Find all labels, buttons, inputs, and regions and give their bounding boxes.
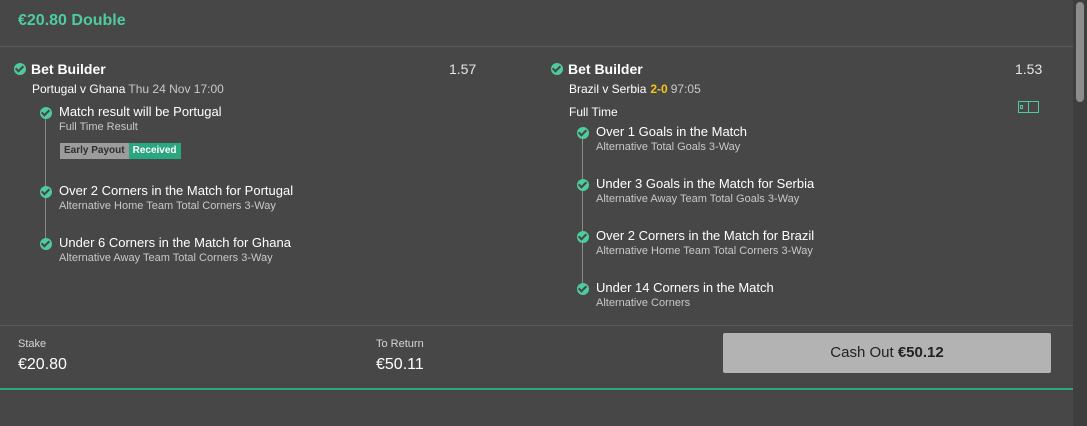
leg-header: Bet Builder <box>551 60 643 78</box>
leg-odds: 1.57 <box>449 61 477 77</box>
bet-header: €20.80 Double <box>0 0 1073 47</box>
match-name[interactable]: Brazil v Serbia <box>569 82 646 96</box>
match-info: Portugal v Ghana Thu 24 Nov 17:00 <box>32 82 224 96</box>
bet-title: €20.80 Double <box>18 12 126 29</box>
selection-name: Under 14 Corners in the Match <box>596 280 774 295</box>
check-icon <box>577 231 589 243</box>
cash-out-label: Cash Out <box>830 344 894 361</box>
bet-builder-label: Bet Builder <box>568 60 643 77</box>
leg-header: Bet Builder <box>14 60 106 78</box>
selection-market: Full Time Result <box>59 121 138 133</box>
scrollbar[interactable] <box>1073 0 1087 426</box>
selection-market: Alternative Corners <box>596 297 691 309</box>
selection-name: Under 3 Goals in the Match for Serbia <box>596 176 815 191</box>
selection-market: Alternative Home Team Total Corners 3-Wa… <box>59 200 276 212</box>
check-icon <box>577 179 589 191</box>
match-clock: 97:05 <box>670 82 701 96</box>
cash-out-button[interactable]: Cash Out €50.12 <box>723 333 1051 373</box>
stake-label: Stake <box>18 338 47 350</box>
check-icon <box>40 238 52 250</box>
footer-divider <box>0 325 1073 326</box>
pitch-icon[interactable] <box>1018 101 1039 113</box>
selection-name: Under 6 Corners in the Match for Ghana <box>59 235 291 250</box>
check-icon <box>577 283 589 295</box>
match-datetime: Thu 24 Nov 17:00 <box>128 82 224 96</box>
check-icon <box>40 107 52 119</box>
selection-market: Alternative Home Team Total Corners 3-Wa… <box>596 245 813 257</box>
to-return-value: €50.11 <box>376 356 424 373</box>
selection-market: Alternative Away Team Total Corners 3-Wa… <box>59 252 273 264</box>
check-icon <box>14 62 26 75</box>
check-icon <box>551 62 563 75</box>
selection-name: Over 2 Corners in the Match for Brazil <box>596 228 815 243</box>
early-payout-badges: Early Payout Received <box>60 143 181 159</box>
check-icon <box>577 127 589 139</box>
timeline-line <box>45 116 46 242</box>
period-label: Full Time <box>569 105 618 119</box>
selection-name: Over 2 Corners in the Match for Portugal <box>59 183 294 198</box>
leg-odds: 1.53 <box>1015 61 1043 77</box>
scrollbar-thumb[interactable] <box>1076 2 1084 102</box>
match-name[interactable]: Portugal v Ghana <box>32 82 125 96</box>
bet-separator <box>0 388 1073 390</box>
match-info: Brazil v Serbia 2-0 97:05 <box>569 82 701 96</box>
selection-market: Alternative Total Goals 3-Way <box>596 141 741 153</box>
stake-value: €20.80 <box>18 356 67 373</box>
selection-market: Alternative Away Team Total Goals 3-Way <box>596 193 800 205</box>
early-payout-badge: Early Payout <box>60 143 129 159</box>
to-return-label: To Return <box>376 338 424 350</box>
live-score: 2-0 <box>650 82 668 96</box>
selection-name: Match result will be Portugal <box>59 104 222 119</box>
received-badge: Received <box>128 143 181 159</box>
bet-builder-label: Bet Builder <box>31 60 106 77</box>
check-icon <box>40 186 52 198</box>
cash-out-amount: €50.12 <box>897 344 944 361</box>
timeline-line <box>582 134 583 290</box>
selection-name: Over 1 Goals in the Match <box>596 124 748 139</box>
